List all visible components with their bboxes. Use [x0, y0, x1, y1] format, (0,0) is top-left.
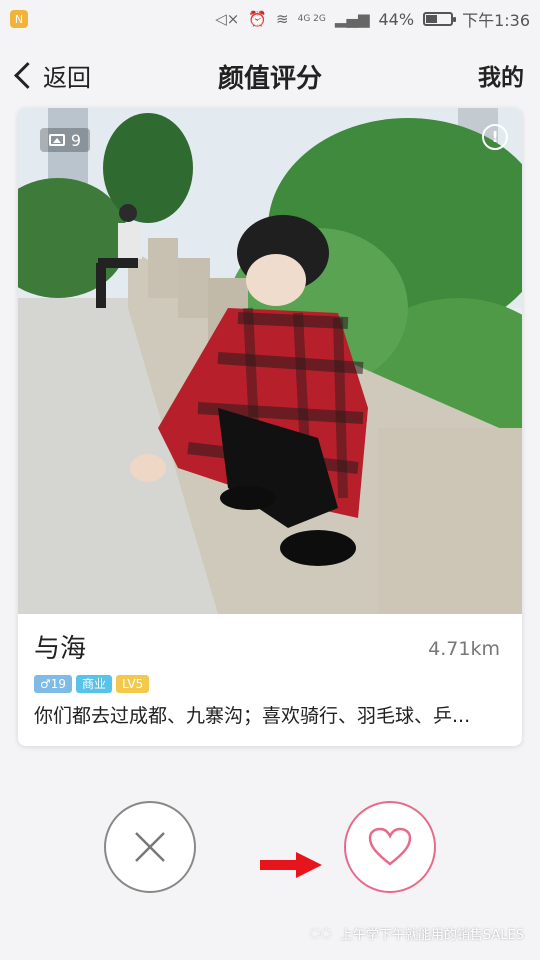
watermark: ◌◌ 上午学下午就能用的销售SALES [309, 924, 524, 943]
photo-illustration [18, 108, 522, 614]
watermark-text: 上午学下午就能用的销售SALES [339, 928, 524, 943]
battery-percent: 44% [378, 9, 415, 29]
page-title: 颜值评分 [217, 64, 322, 94]
wifi-icon: ≋ [276, 10, 289, 28]
alarm-icon: ⏰ [248, 10, 268, 28]
tag-list: ♂19 商业 LV5 [34, 675, 506, 693]
gender-age-tag: ♂19 [34, 675, 73, 693]
clock: 下午1:36 [462, 11, 530, 30]
mine-button[interactable]: 我的 [478, 58, 524, 92]
heart-icon [368, 827, 412, 866]
app-notification-icon: N [10, 10, 28, 28]
profile-photo[interactable]: 9 ! [18, 108, 522, 614]
level-tag: LV5 [116, 675, 150, 693]
image-icon [48, 134, 65, 146]
status-bar: N ◁× ⏰ ≋ 4G 2G ▂▄▆ 44% 下午1:36 [0, 0, 540, 38]
profile-card[interactable]: 9 ! 与海 4.71km ♂19 商业 LV5 你们都去过成都、九寨沟；喜欢骑… [18, 108, 522, 746]
battery-icon [423, 12, 457, 26]
battery-fill [426, 15, 438, 23]
signal-icon: ▂▄▆ [334, 10, 370, 28]
photo-count: 9 [70, 130, 82, 150]
wechat-icon: ◌◌ [309, 926, 332, 941]
distance: 4.71km [428, 638, 500, 660]
category-tag: 商业 [76, 675, 113, 693]
network-type: 4G 2G [297, 13, 326, 24]
dislike-button[interactable] [104, 801, 196, 893]
red-arrow-annotation [260, 852, 322, 878]
mute-icon: ◁× [215, 10, 240, 28]
nav-bar: 返回 颜值评分 我的 [0, 48, 540, 102]
profile-info: 与海 4.71km ♂19 商业 LV5 你们都去过成都、九寨沟；喜欢骑行、羽毛… [18, 614, 522, 728]
like-button[interactable] [344, 801, 436, 893]
close-icon [135, 832, 165, 862]
photo-count-badge[interactable]: 9 [40, 128, 90, 152]
bio-text: 你们都去过成都、九寨沟；喜欢骑行、羽毛球、乒... [34, 705, 471, 727]
report-icon[interactable]: ! [482, 124, 508, 150]
